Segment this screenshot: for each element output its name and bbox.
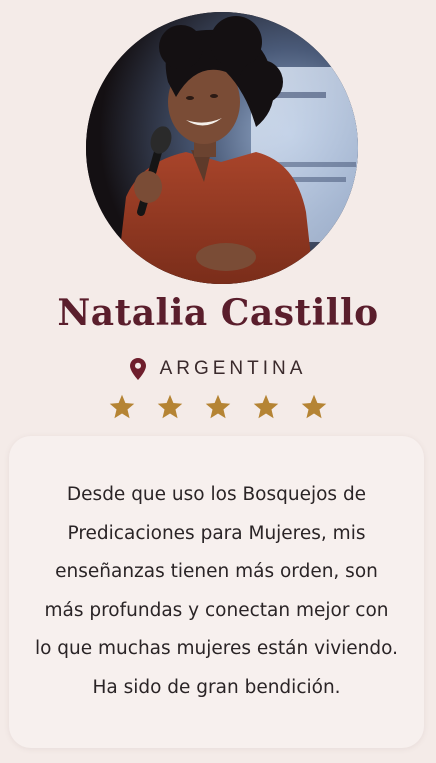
quote-line: Predicaciones para Mujeres, mis [67, 522, 366, 544]
speaker-with-microphone-photo [86, 12, 358, 284]
rating-stars [0, 393, 436, 421]
quote-line: más profundas y conectan mejor con [44, 599, 389, 621]
star-icon [156, 393, 184, 421]
testimonial-quote: Desde que uso los Bosquejos de Predicaci… [29, 476, 404, 707]
quote-line: Desde que uso los Bosquejos de [66, 484, 367, 505]
map-pin-icon [129, 358, 146, 380]
quote-line: lo que muchas mujeres están viviendo. [34, 638, 399, 659]
star-icon [108, 393, 136, 421]
profile-photo [86, 12, 358, 284]
star-icon [252, 393, 280, 421]
star-icon [300, 393, 328, 421]
testimonial-card: Desde que uso los Bosquejos de Predicaci… [9, 436, 424, 748]
location: ARGENTINA [0, 356, 436, 382]
star-icon [204, 393, 232, 421]
quote-line: enseñanzas tienen más orden, son [55, 561, 378, 582]
person-name: Natalia Castillo [57, 292, 379, 334]
quote-line: Ha sido de gran bendición. [92, 676, 341, 698]
country-label: ARGENTINA [159, 358, 307, 379]
